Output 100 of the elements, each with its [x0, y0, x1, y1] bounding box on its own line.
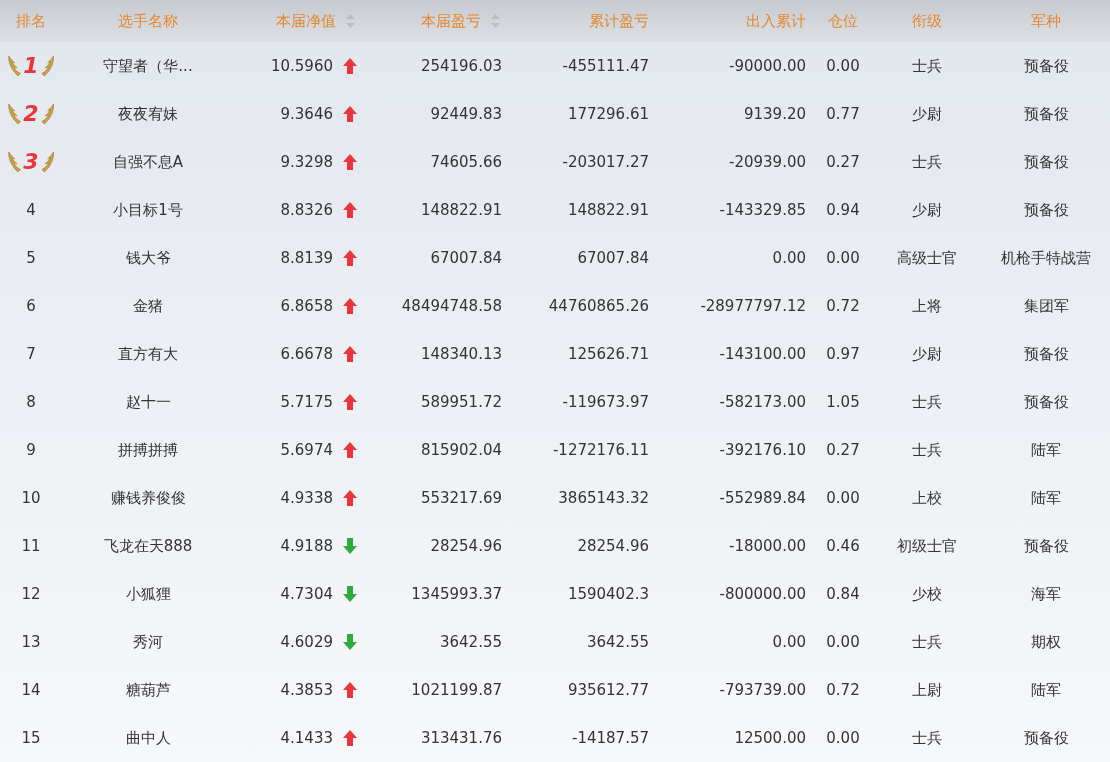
- table-cell: 148340.13: [420, 345, 502, 363]
- table-cell: 预备役: [1023, 56, 1069, 76]
- rank-number: 8: [26, 393, 36, 411]
- table-cell: 44760865.26: [548, 297, 649, 315]
- table-cell: 初级士官: [897, 536, 957, 556]
- table-cell: 少尉: [912, 104, 942, 124]
- player-name[interactable]: 赚钱养俊俊: [110, 488, 186, 508]
- table-cell: 92449.83: [430, 105, 502, 123]
- rank-number: 4: [26, 201, 36, 219]
- column-header: 仓位: [828, 11, 858, 31]
- table-cell: -90000.00: [729, 57, 806, 75]
- table-cell: 125626.71: [567, 345, 649, 363]
- table-cell: 12500.00: [734, 729, 806, 747]
- net-value: 6.8658: [280, 297, 333, 315]
- table-cell: 1021199.87: [411, 681, 502, 699]
- table-cell: 上校: [912, 488, 942, 508]
- player-name[interactable]: 小目标1号: [113, 200, 183, 220]
- player-name[interactable]: 飞龙在天888: [103, 536, 193, 556]
- player-name[interactable]: 秀河: [133, 632, 163, 652]
- rank-number: 13: [21, 633, 41, 651]
- table-cell: 67007.84: [577, 249, 649, 267]
- net-value: 4.3853: [280, 681, 333, 699]
- table-cell: 1590402.3: [567, 585, 649, 603]
- table-cell: 0.72: [826, 681, 860, 699]
- rank-number: 7: [26, 345, 36, 363]
- wing-icon: [8, 53, 22, 79]
- table-cell: 589951.72: [420, 393, 502, 411]
- table-cell: 0.84: [826, 585, 860, 603]
- player-name[interactable]: 自强不息A: [112, 152, 184, 172]
- net-value: 5.6974: [280, 441, 333, 459]
- table-cell: 0.77: [826, 105, 860, 123]
- table-cell: 935612.77: [567, 681, 649, 699]
- table-cell: 1345993.37: [411, 585, 502, 603]
- table-cell: 0.00: [826, 57, 860, 75]
- rank-number: 6: [26, 297, 36, 315]
- rank-number: 15: [21, 729, 41, 747]
- table-cell: 28254.96: [577, 537, 649, 555]
- table-cell: 0.46: [826, 537, 860, 555]
- table-cell: -203017.27: [562, 153, 649, 171]
- table-cell: -14187.57: [572, 729, 649, 747]
- table-cell: -1272176.11: [552, 441, 649, 459]
- player-name[interactable]: 钱大爷: [125, 248, 171, 268]
- table-cell: 0.27: [826, 153, 860, 171]
- wing-icon: [8, 101, 22, 127]
- table-cell: 高级士官: [897, 248, 957, 268]
- player-name[interactable]: 守望者（华...: [103, 56, 193, 76]
- table-cell: 士兵: [912, 56, 942, 76]
- table-cell: 67007.84: [430, 249, 502, 267]
- player-name[interactable]: 拼搏拼搏: [118, 440, 178, 460]
- table-cell: 预备役: [1023, 392, 1069, 412]
- net-value: 4.7304: [280, 585, 333, 603]
- table-cell: -18000.00: [729, 537, 806, 555]
- table-cell: 上将: [912, 296, 942, 316]
- table-cell: -800000.00: [719, 585, 806, 603]
- table-cell: 0.94: [826, 201, 860, 219]
- rank-number: 1: [23, 55, 39, 77]
- table-cell: 28254.96: [430, 537, 502, 555]
- wing-icon: [40, 101, 54, 127]
- table-cell: -582173.00: [719, 393, 806, 411]
- sort-icon[interactable]: [491, 14, 500, 28]
- player-name[interactable]: 赵十一: [125, 392, 171, 412]
- net-value: 4.9188: [280, 537, 333, 555]
- table-cell: 预备役: [1023, 536, 1069, 556]
- net-value: 8.8139: [280, 249, 333, 267]
- table-cell: 士兵: [912, 632, 942, 652]
- table-cell: 上尉: [912, 680, 942, 700]
- player-name[interactable]: 曲中人: [125, 728, 171, 748]
- table-cell: -28977797.12: [700, 297, 806, 315]
- table-cell: 预备役: [1023, 200, 1069, 220]
- column-header: 选手名称: [118, 11, 178, 31]
- table-cell: 预备役: [1023, 344, 1069, 364]
- player-name[interactable]: 金猪: [133, 296, 163, 316]
- rank-number: 3: [23, 151, 39, 173]
- player-name[interactable]: 糖葫芦: [125, 680, 171, 700]
- player-name[interactable]: 直方有大: [118, 344, 178, 364]
- net-value: 9.3298: [280, 153, 333, 171]
- table-cell: 0.00: [826, 249, 860, 267]
- net-value: 4.9338: [280, 489, 333, 507]
- rank-number: 2: [23, 103, 39, 125]
- table-cell: 553217.69: [420, 489, 502, 507]
- net-value: 4.1433: [280, 729, 333, 747]
- table-cell: 陆军: [1031, 488, 1061, 508]
- table-cell: 陆军: [1031, 440, 1061, 460]
- table-cell: 148822.91: [567, 201, 649, 219]
- player-name[interactable]: 夜夜宥妹: [118, 104, 178, 124]
- table-cell: 0.00: [772, 249, 806, 267]
- table-cell: 815902.04: [420, 441, 502, 459]
- table-cell: 少尉: [912, 344, 942, 364]
- player-name[interactable]: 小狐狸: [125, 584, 171, 604]
- table-cell: 士兵: [912, 440, 942, 460]
- sort-icon[interactable]: [346, 14, 355, 28]
- rank-number: 14: [21, 681, 41, 699]
- table-cell: 74605.66: [430, 153, 502, 171]
- table-cell: 0.00: [772, 633, 806, 651]
- rank-number: 9: [26, 441, 36, 459]
- table-cell: 3865143.32: [558, 489, 649, 507]
- rank-number: 11: [21, 537, 41, 555]
- rank-number: 10: [21, 489, 41, 507]
- wing-icon: [8, 149, 22, 175]
- table-cell: 0.00: [826, 489, 860, 507]
